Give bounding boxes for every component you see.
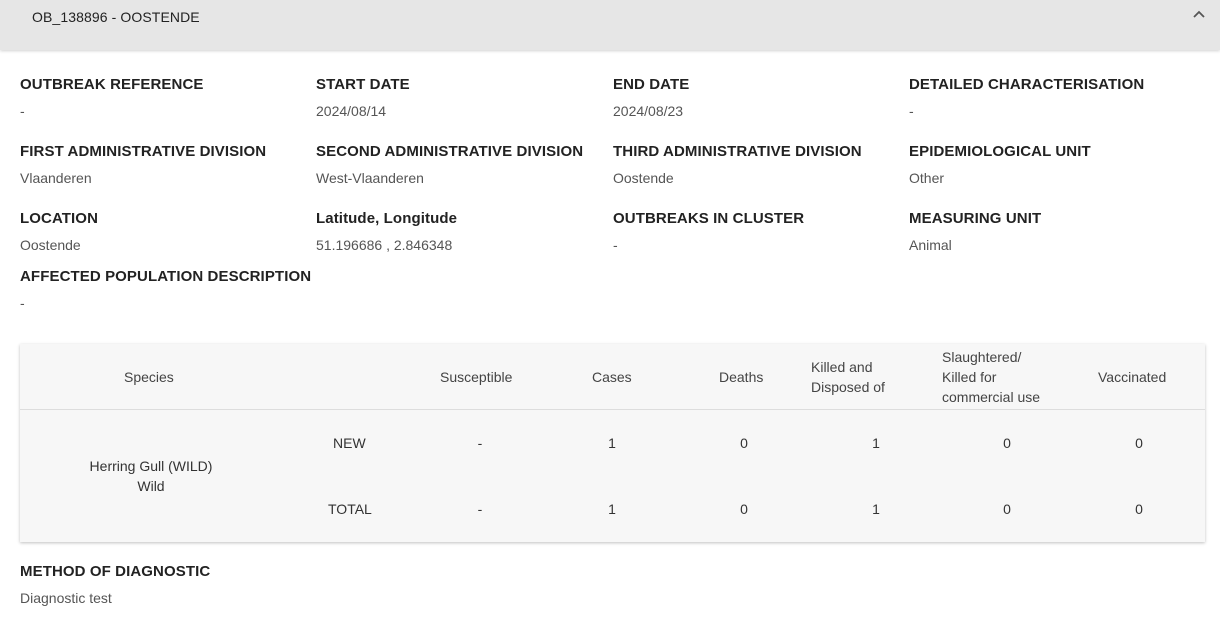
field-label: START DATE	[316, 76, 410, 93]
field-first-admin-division: FIRST ADMINISTRATIVE DIVISION Vlaanderen	[20, 143, 310, 186]
cell-vaccinated: 0	[1135, 501, 1143, 517]
outbreak-species-table: Species Susceptible Cases Deaths Killed …	[20, 344, 1205, 542]
species-cell: Herring Gull (WILD) Wild	[60, 456, 242, 496]
field-label: SECOND ADMINISTRATIVE DIVISION	[316, 143, 584, 160]
field-value: Diagnostic test	[20, 590, 112, 606]
field-value: 51.196686 , 2.846348	[316, 237, 453, 253]
header-line: Slaughtered/	[942, 349, 1022, 365]
field-label: LOCATION	[20, 210, 99, 227]
field-value: Oostende	[20, 237, 81, 253]
cell-killed: 1	[872, 435, 880, 451]
field-value: -	[909, 103, 914, 119]
cell-cases: 1	[608, 435, 616, 451]
field-value: -	[20, 103, 25, 119]
cell-deaths: 0	[740, 435, 748, 451]
header-species: Species	[124, 369, 174, 385]
field-value: 2024/08/14	[316, 103, 387, 119]
species-type: Wild	[137, 478, 165, 494]
cell-susceptible: -	[477, 435, 483, 451]
field-value: -	[20, 295, 25, 311]
field-detailed-characterisation: DETAILED CHARACTERISATION -	[909, 76, 1199, 119]
header-deaths: Deaths	[719, 369, 764, 385]
field-value: -	[613, 237, 618, 253]
field-value: Other	[909, 170, 945, 186]
field-method-of-diagnostic: METHOD OF DIAGNOSTIC Diagnostic test	[20, 563, 310, 606]
header-susceptible: Susceptible	[440, 369, 513, 385]
outbreak-title: OB_138896 - OOSTENDE	[32, 9, 200, 25]
header-cases: Cases	[592, 369, 632, 385]
row-label-total: TOTAL	[328, 501, 372, 517]
cell-cases: 1	[608, 501, 616, 517]
header-line: Killed for	[942, 369, 997, 385]
field-label: OUTBREAKS IN CLUSTER	[613, 210, 805, 227]
field-third-admin-division: THIRD ADMINISTRATIVE DIVISION Oostende	[613, 143, 903, 186]
field-value: West-Vlaanderen	[316, 170, 424, 186]
field-label: Latitude, Longitude	[316, 210, 458, 227]
field-measuring-unit: MEASURING UNIT Animal	[909, 210, 1199, 253]
cell-vaccinated: 0	[1135, 435, 1143, 451]
field-value: 2024/08/23	[613, 103, 684, 119]
header-killed-disposed: Killed and Disposed of	[811, 357, 885, 397]
field-label: AFFECTED POPULATION DESCRIPTION	[20, 268, 312, 285]
field-outbreak-reference: OUTBREAK REFERENCE -	[20, 76, 310, 119]
cell-slaughtered: 0	[1003, 501, 1011, 517]
field-label: METHOD OF DIAGNOSTIC	[20, 563, 211, 580]
cell-deaths: 0	[740, 501, 748, 517]
row-label-new: NEW	[333, 435, 366, 451]
header-divider	[20, 409, 1205, 410]
field-label: THIRD ADMINISTRATIVE DIVISION	[613, 143, 862, 160]
outbreak-panel-header[interactable]: OB_138896 - OOSTENDE	[0, 0, 1220, 50]
field-label: FIRST ADMINISTRATIVE DIVISION	[20, 143, 267, 160]
field-value: Oostende	[613, 170, 674, 186]
field-start-date: START DATE 2024/08/14	[316, 76, 606, 119]
field-location: LOCATION Oostende	[20, 210, 310, 253]
header-vaccinated: Vaccinated	[1098, 369, 1167, 385]
field-latitude-longitude: Latitude, Longitude 51.196686 , 2.846348	[316, 210, 606, 253]
field-end-date: END DATE 2024/08/23	[613, 76, 903, 119]
field-label: OUTBREAK REFERENCE	[20, 76, 204, 93]
field-value: Animal	[909, 237, 952, 253]
header-line: Disposed of	[811, 379, 885, 395]
field-label: END DATE	[613, 76, 690, 93]
field-second-admin-division: SECOND ADMINISTRATIVE DIVISION West-Vlaa…	[316, 143, 606, 186]
header-slaughtered: Slaughtered/ Killed for commercial use	[942, 347, 1040, 407]
field-label: EPIDEMIOLOGICAL UNIT	[909, 143, 1091, 160]
field-label: DETAILED CHARACTERISATION	[909, 76, 1145, 93]
field-epidemiological-unit: EPIDEMIOLOGICAL UNIT Other	[909, 143, 1199, 186]
cell-killed: 1	[872, 501, 880, 517]
species-name: Herring Gull (WILD)	[89, 458, 213, 474]
field-value: Vlaanderen	[20, 170, 92, 186]
cell-susceptible: -	[477, 501, 483, 517]
field-affected-population: AFFECTED POPULATION DESCRIPTION -	[20, 268, 420, 311]
field-label: MEASURING UNIT	[909, 210, 1042, 227]
header-line: commercial use	[942, 389, 1041, 405]
header-line: Killed and	[811, 359, 873, 375]
chevron-up-icon[interactable]	[1192, 7, 1206, 21]
cell-slaughtered: 0	[1003, 435, 1011, 451]
field-outbreaks-in-cluster: OUTBREAKS IN CLUSTER -	[613, 210, 903, 253]
